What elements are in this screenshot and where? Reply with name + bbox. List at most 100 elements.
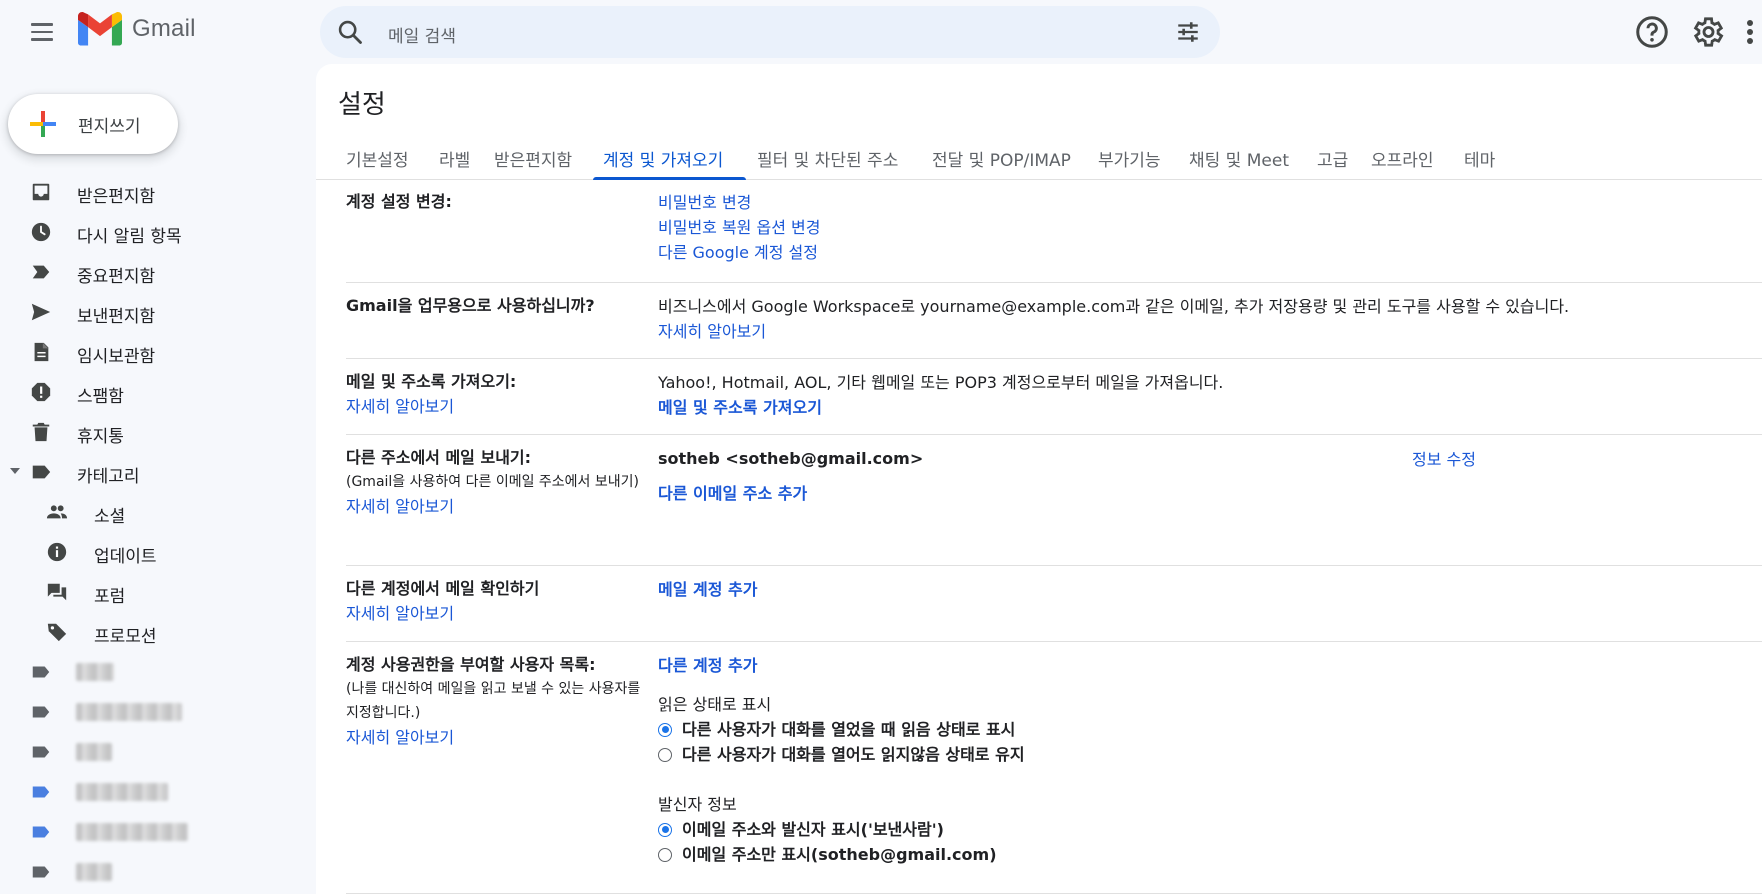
radio-button-selected[interactable] xyxy=(658,822,672,837)
tab-general[interactable]: 기본설정 xyxy=(346,146,409,171)
tab-themes[interactable]: 테마 xyxy=(1464,146,1495,171)
sidebar-item-updates[interactable]: 업데이트 xyxy=(0,532,316,572)
tab-addons[interactable]: 부가기능 xyxy=(1098,146,1161,171)
sidebar-item-user-label[interactable] xyxy=(0,852,316,892)
sidebar-item-social[interactable]: 소셜 xyxy=(0,492,316,532)
tab-advanced[interactable]: 고급 xyxy=(1317,146,1348,171)
tab-forwarding-pop-imap[interactable]: 전달 및 POP/IMAP xyxy=(932,146,1071,171)
sidebar-item-sent[interactable]: 보낸편지함 xyxy=(0,292,316,332)
collapse-caret-icon[interactable] xyxy=(10,468,20,474)
sidebar-item-user-label[interactable] xyxy=(0,692,316,732)
gmail-logo[interactable]: Gmail xyxy=(78,12,196,46)
row-label: 다른 계정에서 메일 확인하기 xyxy=(346,579,540,598)
spam-icon xyxy=(31,382,51,402)
sidebar-item-inbox[interactable]: 받은편지함 xyxy=(0,172,316,212)
label-icon xyxy=(32,786,50,798)
redacted-label xyxy=(76,783,168,801)
sidebar-item-user-label[interactable] xyxy=(0,652,316,692)
sidebar-item-spam[interactable]: 스팸함 xyxy=(0,372,316,412)
workspace-text: 비즈니스에서 Google Workspace로 yourname@exampl… xyxy=(658,297,1570,316)
radio-keep-unread[interactable]: 다른 사용자가 대화를 열어도 읽지않음 상태로 유지 xyxy=(658,742,1718,767)
gmail-wordmark: Gmail xyxy=(132,15,196,42)
radio-button[interactable] xyxy=(658,747,672,762)
top-bar: Gmail 메일 검색 xyxy=(0,0,1762,64)
sidebar-item-important[interactable]: 중요편지함 xyxy=(0,252,316,292)
redacted-label xyxy=(76,863,112,881)
sidebar-item-categories[interactable]: 카테고리 xyxy=(0,452,316,492)
label-icon xyxy=(32,465,51,479)
tab-filters[interactable]: 필터 및 차단된 주소 xyxy=(757,146,898,171)
settings-panel: 설정 기본설정 라벨 받은편지함 계정 및 가져오기 필터 및 차단된 주소 전… xyxy=(316,64,1762,894)
label-icon xyxy=(32,746,50,758)
tab-inbox[interactable]: 받은편지함 xyxy=(494,146,572,171)
sidebar-item-forums[interactable]: 포럼 xyxy=(0,572,316,612)
tab-labels[interactable]: 라벨 xyxy=(439,146,470,171)
send-icon xyxy=(31,303,51,321)
forum-icon xyxy=(47,583,67,601)
sidebar-item-user-label[interactable] xyxy=(0,732,316,772)
sidebar: 편지쓰기 받은편지함 다시 알림 항목 중요편지함 보낸편지함 임시보관함 스팸… xyxy=(0,64,316,894)
main-menu-button[interactable] xyxy=(20,14,64,50)
radio-button[interactable] xyxy=(658,847,672,862)
search-input[interactable]: 메일 검색 xyxy=(388,22,456,47)
google-account-settings-link[interactable]: 다른 Google 계정 설정 xyxy=(658,240,1718,265)
radio-mark-read[interactable]: 다른 사용자가 대화를 열었을 때 읽음 상태로 표시 xyxy=(658,717,1718,742)
row-label: 메일 및 주소록 가져오기: xyxy=(346,372,517,391)
page-title: 설정 xyxy=(338,90,386,120)
learn-more-link[interactable]: 자세히 알아보기 xyxy=(346,601,646,626)
add-another-account-link[interactable]: 다른 계정 추가 xyxy=(658,653,1718,678)
row-label: 다른 주소에서 메일 보내기: xyxy=(346,448,532,467)
redacted-label xyxy=(76,703,182,721)
plus-icon xyxy=(30,111,56,137)
row-grant-access: 계정 사용권한을 부여할 사용자 목록: (나를 대신하여 메일을 읽고 보낼 … xyxy=(346,642,1762,894)
draft-icon xyxy=(34,342,49,362)
row-workspace: Gmail을 업무용으로 사용하십니까? 비즈니스에서 Google Works… xyxy=(346,283,1762,359)
sidebar-item-user-label[interactable] xyxy=(0,772,316,812)
settings-tabs: 기본설정 라벨 받은편지함 계정 및 가져오기 필터 및 차단된 주소 전달 및… xyxy=(316,130,1762,180)
learn-more-link[interactable]: 자세히 알아보기 xyxy=(346,725,642,750)
sidebar-item-user-label[interactable] xyxy=(0,812,316,852)
import-text: Yahoo!, Hotmail, AOL, 기타 웹메일 또는 POP3 계정으… xyxy=(658,373,1224,392)
radio-button-selected[interactable] xyxy=(658,722,672,737)
tab-accounts-import[interactable]: 계정 및 가져오기 xyxy=(603,146,723,171)
tab-chat-meet[interactable]: 채팅 및 Meet xyxy=(1189,146,1289,171)
compose-button[interactable]: 편지쓰기 xyxy=(8,94,178,154)
sidebar-nav: 받은편지함 다시 알림 항목 중요편지함 보낸편지함 임시보관함 스팸함 휴지통 xyxy=(0,172,316,892)
filter-options-icon[interactable] xyxy=(1174,19,1202,45)
gmail-m-icon xyxy=(78,12,122,46)
radio-show-sender[interactable]: 이메일 주소와 발신자 표시('보낸사람') xyxy=(658,817,1718,842)
radio-show-address-only[interactable]: 이메일 주소만 표시(sotheb@gmail.com) xyxy=(658,842,1718,867)
compose-label: 편지쓰기 xyxy=(78,117,141,137)
edit-info-link[interactable]: 정보 수정 xyxy=(1412,446,1476,470)
redacted-label xyxy=(76,743,112,761)
send-as-address: sotheb <sotheb@gmail.com> xyxy=(658,449,924,468)
change-password-link[interactable]: 비밀번호 변경 xyxy=(658,190,1718,215)
row-import: 메일 및 주소록 가져오기: 자세히 알아보기 Yahoo!, Hotmail,… xyxy=(346,359,1762,435)
change-recovery-link[interactable]: 비밀번호 복원 옵션 변경 xyxy=(658,215,1718,240)
clock-icon xyxy=(31,222,51,242)
import-mail-contacts-link[interactable]: 메일 및 주소록 가져오기 xyxy=(658,395,1718,420)
search-bar[interactable]: 메일 검색 xyxy=(320,6,1220,58)
apps-grid-icon[interactable] xyxy=(1744,14,1762,50)
label-icon xyxy=(32,666,50,678)
people-icon xyxy=(46,505,68,519)
row-label: Gmail을 업무용으로 사용하십니까? xyxy=(346,296,595,315)
row-change-account: 계정 설정 변경: 비밀번호 변경 비밀번호 복원 옵션 변경 다른 Googl… xyxy=(346,182,1762,283)
gear-icon[interactable] xyxy=(1689,14,1725,50)
row-note: (나를 대신하여 메일을 읽고 보낼 수 있는 사용자를 지정합니다.) xyxy=(346,681,641,721)
sidebar-item-promotions[interactable]: 프로모션 xyxy=(0,612,316,652)
learn-more-link[interactable]: 자세히 알아보기 xyxy=(658,319,1758,344)
search-icon[interactable] xyxy=(336,18,364,46)
learn-more-link[interactable]: 자세히 알아보기 xyxy=(346,394,646,419)
sidebar-item-trash[interactable]: 휴지통 xyxy=(0,412,316,452)
sidebar-item-drafts[interactable]: 임시보관함 xyxy=(0,332,316,372)
learn-more-link[interactable]: 자세히 알아보기 xyxy=(346,494,642,519)
tab-offline[interactable]: 오프라인 xyxy=(1371,146,1434,171)
add-mail-account-link[interactable]: 메일 계정 추가 xyxy=(658,577,1718,602)
sidebar-item-snoozed[interactable]: 다시 알림 항목 xyxy=(0,212,316,252)
important-icon xyxy=(32,265,50,279)
add-email-address-link[interactable]: 다른 이메일 주소 추가 xyxy=(658,481,1358,506)
trash-icon xyxy=(32,422,50,442)
help-icon[interactable] xyxy=(1634,14,1670,50)
label-icon xyxy=(32,706,50,718)
